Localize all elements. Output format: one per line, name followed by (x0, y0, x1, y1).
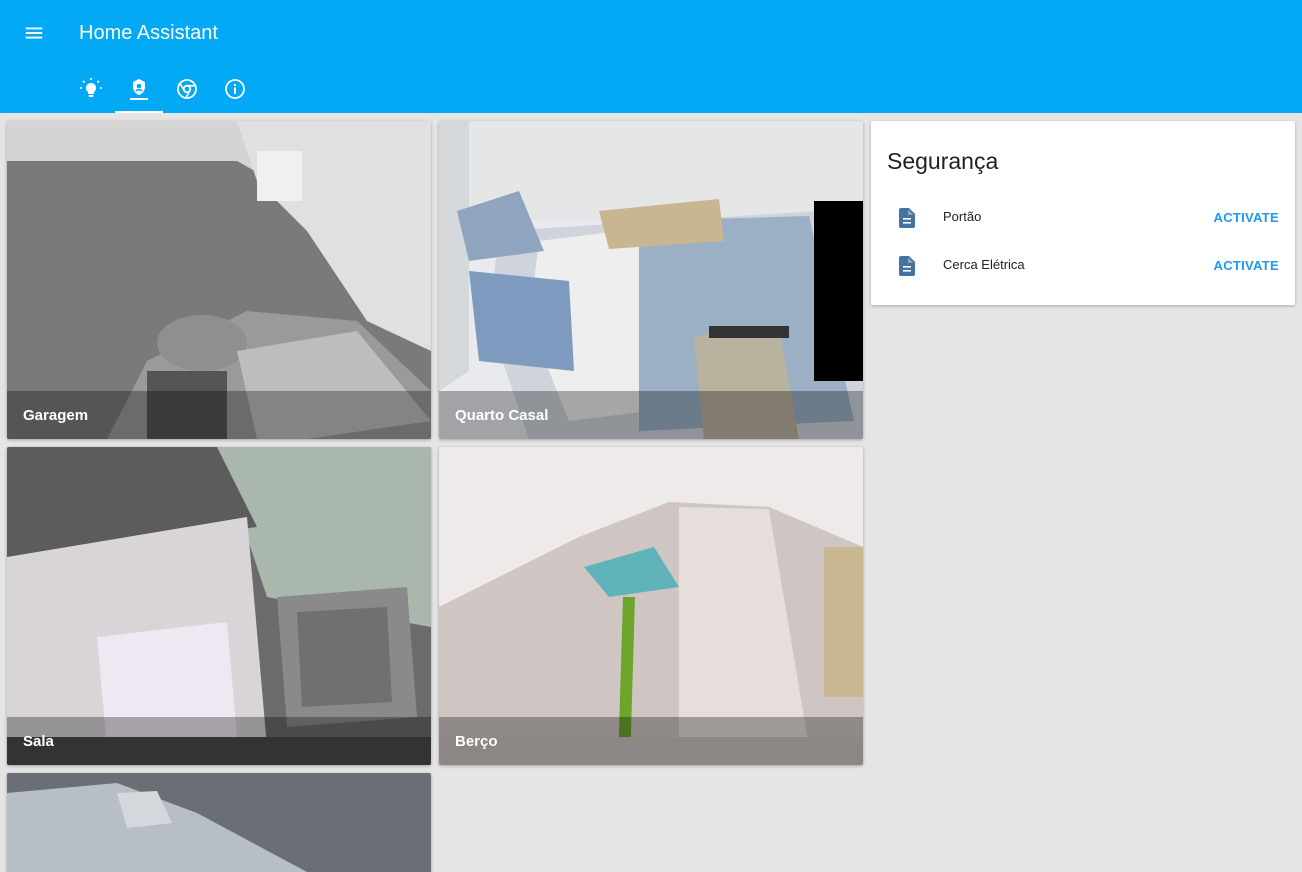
camera-card-quarto-casal[interactable]: Quarto Casal (439, 121, 863, 439)
activate-button[interactable]: ACTIVATE (1214, 210, 1279, 225)
tab-about[interactable] (211, 65, 259, 113)
camera-name: Quarto Casal (439, 391, 863, 439)
script-document-icon (899, 256, 915, 276)
hamburger-menu-icon (25, 27, 43, 39)
script-name: Portão (943, 209, 982, 224)
camera-name: Garagem (7, 391, 431, 439)
card-title: Segurança (887, 148, 999, 174)
script-document-icon (899, 208, 915, 228)
tab-lights[interactable] (67, 65, 115, 113)
chrome-icon (177, 79, 197, 99)
camera-card-partial[interactable] (7, 773, 431, 872)
menu-button[interactable] (14, 13, 54, 53)
camera-image (7, 773, 431, 872)
app-toolbar: Home Assistant (0, 0, 1302, 113)
info-icon (225, 79, 245, 99)
tab-security[interactable] (115, 65, 163, 113)
tab-browser[interactable] (163, 65, 211, 113)
lightbulb-icon (80, 78, 102, 97)
script-name: Cerca Elétrica (943, 257, 1025, 272)
camera-card-garagem[interactable]: Garagem (7, 121, 431, 439)
security-cctv-icon (130, 79, 148, 100)
view-tabs (67, 65, 259, 113)
script-row-cerca-eletrica: Cerca Elétrica ACTIVATE (871, 246, 1295, 286)
camera-name: Sala (7, 717, 431, 765)
security-card: Segurança Portão ACTIVATE Cerca Elétrica… (871, 121, 1295, 305)
camera-card-berco[interactable]: Berço (439, 447, 863, 765)
camera-name: Berço (439, 717, 863, 765)
camera-card-sala[interactable]: Sala (7, 447, 431, 765)
activate-button[interactable]: ACTIVATE (1214, 258, 1279, 273)
app-title: Home Assistant (79, 22, 218, 44)
script-row-portao: Portão ACTIVATE (871, 198, 1295, 238)
